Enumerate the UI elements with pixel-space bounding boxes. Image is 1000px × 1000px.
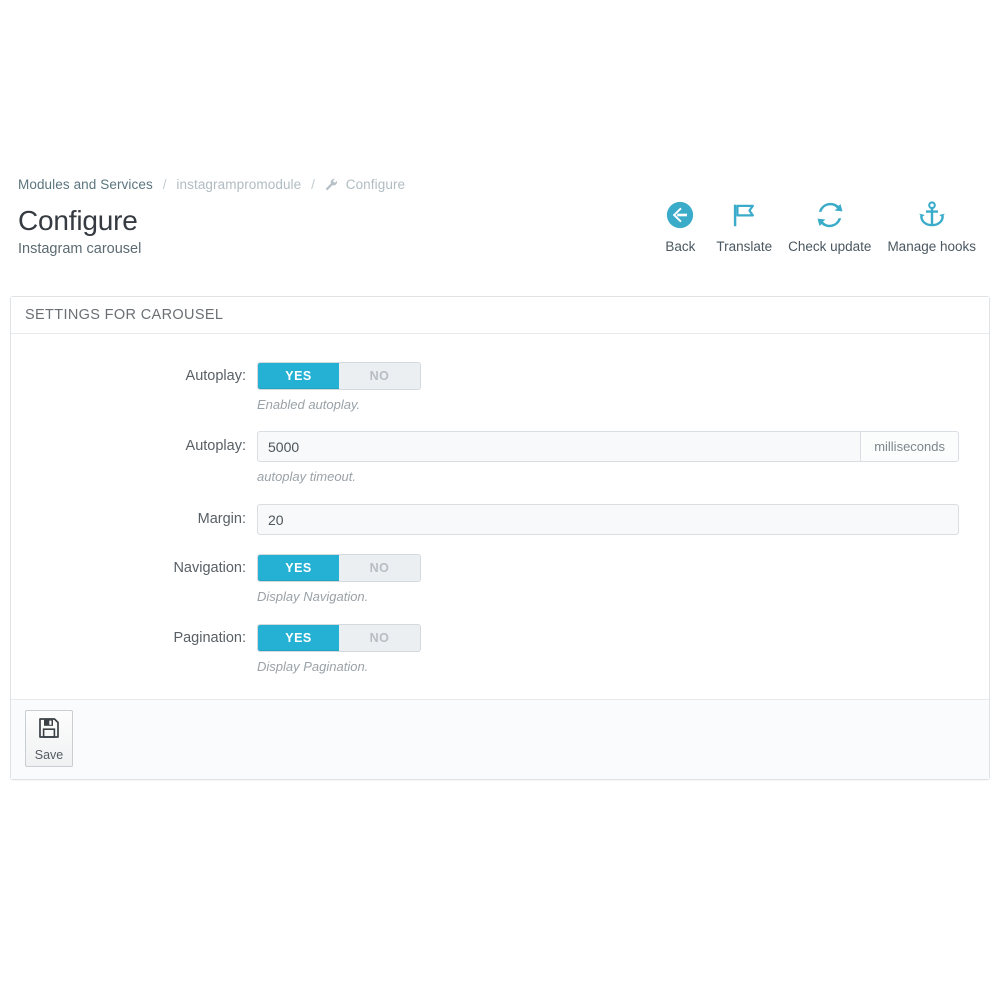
panel-header: SETTINGS FOR CAROUSEL — [11, 297, 989, 334]
form-row-autoplay-enabled: Autoplay: YES NO Enabled autoplay. — [11, 362, 989, 413]
form-label-navigation: Navigation: — [173, 560, 246, 576]
page-root: Modules and Services / instagrampromodul… — [0, 0, 1000, 1000]
toolbar-button-translate[interactable]: Translate — [708, 198, 780, 255]
toggle-navigation[interactable]: YES NO — [257, 554, 421, 582]
back-circle-arrow-icon — [665, 198, 695, 232]
floppy-disk-icon — [37, 716, 61, 745]
breadcrumb-item-modules[interactable]: Modules and Services — [18, 177, 153, 192]
panel-body: Autoplay: YES NO Enabled autoplay. Autop… — [11, 334, 989, 699]
form-row-navigation: Navigation: YES NO Display Navigation. — [11, 554, 989, 605]
save-button-label: Save — [34, 748, 64, 762]
breadcrumb-separator: / — [311, 177, 315, 192]
toggle-navigation-no[interactable]: NO — [339, 555, 420, 581]
help-text-autoplay-enabled: Enabled autoplay. — [257, 397, 361, 412]
autoplay-timeout-input[interactable] — [257, 431, 861, 462]
breadcrumb-item-current: Configure — [345, 177, 406, 192]
form-row-autoplay-timeout: Autoplay: milliseconds autoplay timeout. — [11, 431, 989, 485]
help-text-autoplay-timeout: autoplay timeout. — [257, 469, 357, 484]
autoplay-timeout-unit-addon: milliseconds — [860, 431, 959, 462]
toolbar-button-manage-hooks[interactable]: Manage hooks — [879, 198, 984, 255]
settings-panel: SETTINGS FOR CAROUSEL Autoplay: YES NO E… — [10, 296, 990, 780]
toggle-navigation-yes[interactable]: YES — [258, 555, 339, 581]
help-text-navigation: Display Navigation. — [257, 589, 369, 604]
form-row-margin: Margin: — [11, 504, 989, 535]
toolbar-label-check-update: Check update — [788, 239, 872, 254]
form-label-autoplay-timeout: Autoplay: — [185, 438, 246, 454]
breadcrumb-separator: / — [162, 177, 167, 192]
toggle-autoplay-enabled-no[interactable]: NO — [339, 363, 420, 389]
breadcrumb-item-module[interactable]: instagrampromodule — [176, 177, 301, 192]
toolbar-button-back[interactable]: Back — [652, 198, 708, 255]
form-row-pagination: Pagination: YES NO Display Pagination. — [11, 624, 989, 675]
form-control-pagination: YES NO Display Pagination. — [257, 624, 977, 675]
save-button[interactable]: Save — [25, 710, 73, 767]
toolbar-label-back: Back — [665, 239, 696, 254]
form-label-autoplay-enabled: Autoplay: — [185, 368, 246, 384]
toolbar-button-check-update[interactable]: Check update — [780, 198, 879, 255]
panel-footer: Save — [11, 699, 989, 779]
wrench-icon — [325, 178, 338, 196]
toolbar-label-translate: Translate — [716, 239, 773, 254]
toggle-pagination[interactable]: YES NO — [257, 624, 421, 652]
margin-input[interactable] — [257, 504, 959, 535]
form-label-pagination: Pagination: — [173, 630, 246, 646]
toggle-autoplay-enabled[interactable]: YES NO — [257, 362, 421, 390]
toggle-pagination-no[interactable]: NO — [339, 625, 420, 651]
form-label-margin: Margin: — [197, 511, 246, 527]
toggle-pagination-yes[interactable]: YES — [258, 625, 339, 651]
form-control-autoplay-enabled: YES NO Enabled autoplay. — [257, 362, 977, 413]
toggle-autoplay-enabled-yes[interactable]: YES — [258, 363, 339, 389]
input-group-margin — [257, 504, 959, 535]
refresh-icon — [815, 198, 845, 232]
help-text-pagination: Display Pagination. — [257, 659, 369, 674]
anchor-icon — [917, 198, 947, 232]
form-control-margin — [257, 504, 977, 535]
breadcrumb: Modules and Services / instagrampromodul… — [18, 176, 982, 196]
form-control-navigation: YES NO Display Navigation. — [257, 554, 977, 605]
panel-title: SETTINGS FOR CAROUSEL — [25, 307, 224, 323]
form-control-autoplay-timeout: milliseconds autoplay timeout. — [257, 431, 977, 485]
flag-icon — [729, 198, 759, 232]
page-toolbar: Back Translate Check update Manage hooks — [652, 198, 984, 255]
input-group-autoplay-timeout: milliseconds — [257, 431, 959, 462]
toolbar-label-manage-hooks: Manage hooks — [887, 239, 976, 254]
